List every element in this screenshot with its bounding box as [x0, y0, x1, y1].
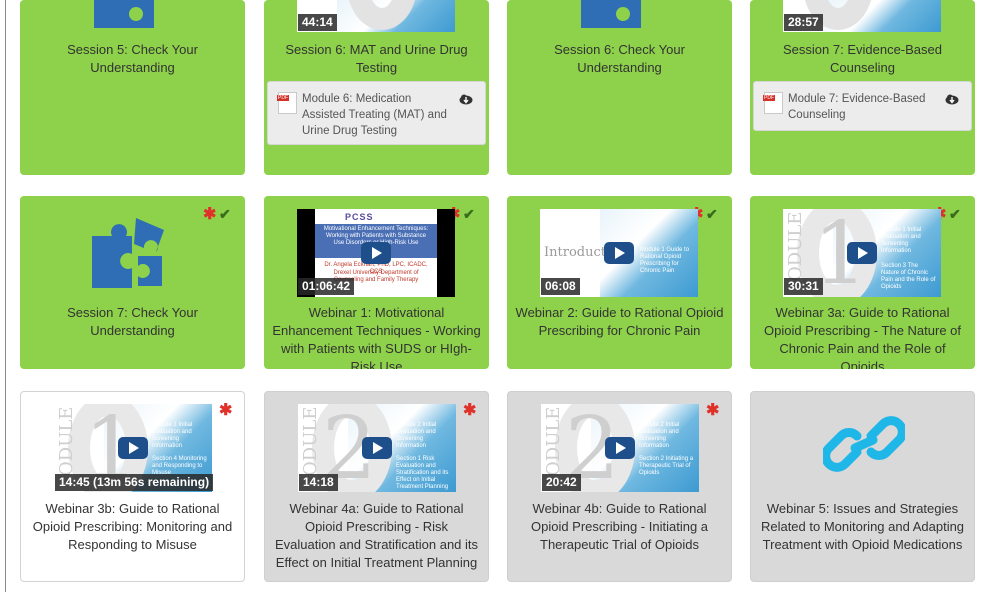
card-title: Webinar 4a: Guide to Rational Opioid Pre…	[274, 501, 479, 570]
card-session-7-counseling[interactable]: 28:57 Session 7: Evidence-Based Counseli…	[750, 0, 975, 175]
completed-check-icon: ✔	[706, 206, 718, 222]
slide-section: Section 1 Risk Evaluation and Stratifica…	[396, 456, 449, 490]
card-title: Webinar 3a: Guide to Rational Opioid Pre…	[763, 305, 962, 369]
required-star-icon: ✱	[706, 402, 720, 419]
module-word: ODULE	[543, 406, 564, 476]
video-duration: 30:31	[784, 278, 823, 295]
slide-subheading: Module 1 Guide to Rational Opioid Prescr…	[640, 247, 690, 274]
play-icon[interactable]	[118, 437, 148, 459]
pdf-icon: PDF	[277, 92, 297, 114]
card-webinar-3b[interactable]: ✱ 1 ODULE Module 1 Initial Evaluation an…	[20, 391, 245, 582]
cloud-download-icon[interactable]	[945, 94, 959, 106]
module-word: ODULE	[56, 406, 77, 476]
card-title: Session 6: Check Your Understanding	[554, 42, 685, 75]
puzzle-icon	[94, 0, 154, 28]
slide-section: Section 3 The Nature of Chronic Pain and…	[881, 263, 936, 290]
slide-logo: PCSS	[345, 212, 374, 222]
play-icon[interactable]	[847, 242, 877, 264]
puzzle-icon	[92, 218, 164, 288]
card-title: Webinar 2: Guide to Rational Opioid Pres…	[515, 305, 724, 338]
required-star-icon: ✱	[463, 402, 477, 419]
module-word: ODULE	[785, 211, 806, 281]
video-duration: 06:08	[541, 278, 580, 295]
card-webinar-2[interactable]: ✱ ✔ Introduction Module 1 Guide to Ratio…	[507, 196, 732, 369]
card-title: Webinar 5: Issues and Strategies Related…	[760, 501, 965, 552]
attachment-label: Module 7: Evidence-Based Counseling	[788, 93, 926, 121]
card-session-6-check[interactable]: Session 6: Check Your Understanding	[507, 0, 732, 175]
card-title: Webinar 3b: Guide to Rational Opioid Pre…	[32, 501, 233, 552]
completed-check-icon: ✔	[949, 206, 961, 222]
attachment-pdf[interactable]: PDF Module 6: Medication Assisted Treati…	[267, 81, 486, 145]
card-webinar-5[interactable]: Webinar 5: Issues and Strategies Related…	[750, 391, 975, 582]
play-icon[interactable]	[361, 242, 391, 264]
card-title: Session 5: Check Your Understanding	[67, 42, 198, 75]
video-duration: 44:14	[298, 14, 337, 31]
slide-subheading: Module 2 Initial Evaluation and Screenin…	[396, 422, 437, 449]
card-webinar-1[interactable]: ✱ ✔ PCSS Motivational Enhancement Techni…	[264, 196, 489, 369]
card-webinar-4a[interactable]: ✱ 2 ODULE Module 2 Initial Evaluation an…	[264, 391, 489, 582]
video-duration: 01:06:42	[298, 278, 355, 295]
card-title: Session 6: MAT and Urine Drug Testing	[285, 42, 468, 75]
attachment-pdf[interactable]: PDF Module 7: Evidence-Based Counseling	[753, 81, 972, 131]
card-session-5-check[interactable]: Session 5: Check Your Understanding	[20, 0, 245, 175]
card-session-7-check[interactable]: ✱ ✔ Session 7: Check Your Understanding	[20, 196, 245, 369]
card-title: Session 7: Evidence-Based Counseling	[783, 42, 942, 75]
required-star-icon: ✱	[203, 206, 217, 223]
completed-check-icon: ✔	[463, 206, 475, 222]
card-title: Webinar 4b: Guide to Rational Opioid Pre…	[530, 501, 709, 552]
required-star-icon: ✱	[219, 402, 233, 419]
slide-subheading: Module 1 Initial Evaluation and Screenin…	[152, 422, 193, 449]
play-icon[interactable]	[362, 437, 392, 459]
play-icon[interactable]	[604, 242, 634, 264]
pdf-icon: PDF	[763, 92, 783, 114]
slide-subheading: Module 2 Initial Evaluation and Screenin…	[639, 422, 680, 449]
card-title: Webinar 1: Motivational Enhancement Tech…	[272, 305, 481, 369]
attachment-label: Module 6: Medication Assisted Treating (…	[302, 93, 447, 137]
slide-section: Section 2 Initiating a Therapeutic Trial…	[639, 456, 694, 476]
left-border-line	[5, 0, 6, 592]
video-duration: 14:45 (13m 56s remaining)	[55, 474, 214, 491]
completed-check-icon: ✔	[219, 206, 231, 222]
video-duration: 14:18	[299, 474, 338, 491]
video-duration: 28:57	[784, 14, 823, 31]
puzzle-icon	[581, 0, 641, 28]
slide-subheading: Module 1 Initial Evaluation and Screenin…	[881, 227, 922, 254]
card-webinar-4b[interactable]: ✱ 2 ODULE Module 2 Initial Evaluation an…	[507, 391, 732, 582]
play-icon[interactable]	[605, 437, 635, 459]
card-webinar-3a[interactable]: ✱ ✔ 1 ODULE Module 1 Initial Evaluation …	[750, 196, 975, 369]
card-title: Session 7: Check Your Understanding	[67, 305, 198, 338]
video-duration: 20:42	[542, 474, 581, 491]
card-session-6-mat[interactable]: 44:14 Session 6: MAT and Urine Drug Test…	[264, 0, 489, 175]
cloud-download-icon[interactable]	[459, 94, 473, 106]
link-icon	[823, 416, 905, 472]
module-word: ODULE	[300, 406, 321, 476]
